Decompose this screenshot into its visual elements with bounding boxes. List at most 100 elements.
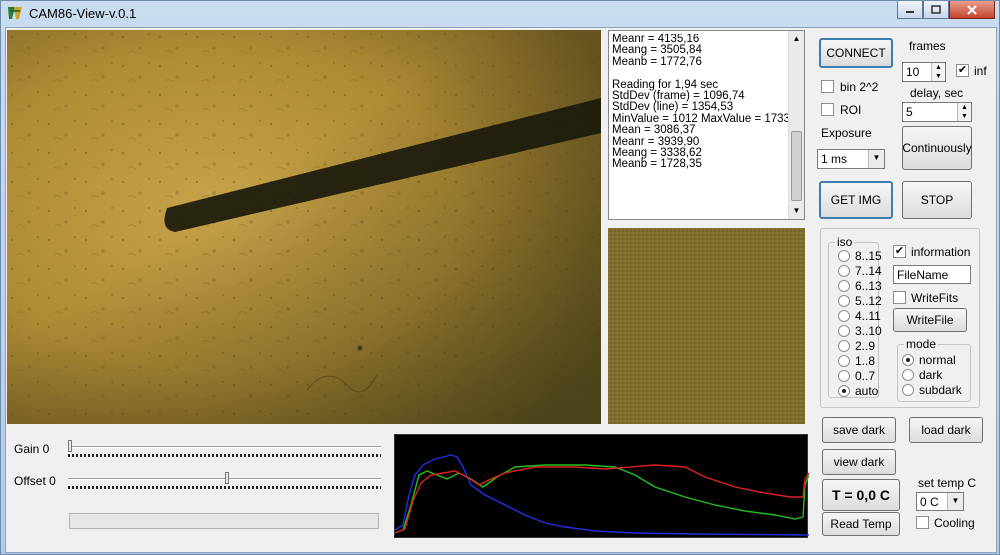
mode-option-label: normal	[919, 353, 956, 367]
client-area: Meanr = 4135,16 Meang = 3505,84 Meanb = 17…	[5, 27, 997, 553]
app-window: CAM86-View-v.0.1 Meanr = 4135,16 Meang =…	[0, 0, 1000, 555]
bin-checkbox[interactable]	[821, 80, 834, 93]
offset-label: Offset 0	[14, 474, 56, 488]
frames-spinner[interactable]: 10 ▲ ▼	[902, 62, 946, 82]
scroll-down-arrow-icon[interactable]: ▼	[789, 203, 804, 219]
frames-down-arrow-icon[interactable]: ▼	[932, 72, 945, 81]
log-text: Meanr = 4135,16 Meang = 3505,84 Meanb = 17…	[612, 34, 788, 171]
camera-image[interactable]	[7, 30, 601, 424]
progress-bar	[69, 513, 379, 529]
roi-checkbox[interactable]	[821, 103, 834, 116]
iso-radio-2[interactable]	[838, 280, 850, 292]
information-checkbox[interactable]: ✔	[893, 245, 906, 258]
iso-radio-0[interactable]	[838, 250, 850, 262]
read-temp-button[interactable]: Read Temp	[822, 512, 900, 536]
set-temp-label: set temp C	[918, 476, 977, 490]
exposure-dropdown-arrow-icon[interactable]: ▼	[868, 150, 884, 168]
frames-value: 10	[906, 65, 920, 79]
minimize-icon	[906, 10, 914, 13]
close-icon	[967, 4, 977, 15]
get-img-button[interactable]: GET IMG	[819, 181, 893, 219]
gain-slider[interactable]	[68, 438, 383, 460]
maximize-icon	[931, 5, 941, 14]
close-button[interactable]	[949, 1, 995, 19]
information-label: information	[911, 245, 971, 259]
filename-value: FileName	[897, 268, 949, 282]
bin-label: bin 2^2	[840, 80, 879, 94]
writefile-button[interactable]: WriteFile	[893, 308, 967, 332]
gain-slider-thumb[interactable]	[68, 440, 72, 452]
iso-legend: iso	[835, 235, 855, 249]
minimize-button[interactable]	[897, 1, 923, 19]
iso-option-label: 6..13	[855, 279, 882, 293]
delay-spinner[interactable]: 5 ▲ ▼	[902, 102, 972, 122]
connect-button[interactable]: CONNECT	[819, 38, 893, 68]
frames-label: frames	[909, 39, 946, 53]
temperature-display: T = 0,0 C	[822, 479, 900, 511]
filename-input[interactable]: FileName	[893, 265, 971, 284]
histogram-canvas	[394, 454, 810, 536]
log-scrollbar[interactable]: ▲ ▼	[788, 31, 804, 219]
iso-option-label: 8..15	[855, 249, 882, 263]
log-panel[interactable]: Meanr = 4135,16 Meang = 3505,84 Meanb = 17…	[608, 30, 805, 220]
mode-radio-normal[interactable]	[902, 354, 914, 366]
mode-option-label: dark	[919, 368, 943, 382]
save-dark-button[interactable]: save dark	[822, 417, 896, 443]
iso-option-label: 1..8	[855, 354, 876, 368]
zoom-preview-canvas	[608, 228, 805, 424]
set-temp-select[interactable]: 0 C ▼	[916, 492, 964, 511]
delay-value: 5	[906, 105, 913, 119]
scroll-up-arrow-icon[interactable]: ▲	[789, 31, 804, 47]
iso-option-label: 4..11	[855, 309, 881, 323]
load-dark-button[interactable]: load dark	[909, 417, 983, 443]
cooling-checkbox[interactable]	[916, 516, 929, 529]
iso-radio-8[interactable]	[838, 370, 850, 382]
mode-radio-subdark[interactable]	[902, 384, 914, 396]
iso-radio-1[interactable]	[838, 265, 850, 277]
frames-up-arrow-icon[interactable]: ▲	[932, 63, 945, 72]
mode-option-label: subdark	[919, 383, 962, 397]
mode-legend: mode	[904, 337, 939, 351]
writefits-checkbox[interactable]	[893, 291, 906, 304]
iso-radio-6[interactable]	[838, 340, 850, 352]
maximize-button[interactable]	[923, 1, 949, 19]
iso-radio-5[interactable]	[838, 325, 850, 337]
gain-label: Gain 0	[14, 442, 50, 456]
inf-checkbox[interactable]: ✔	[956, 64, 969, 77]
iso-option-label: 2..9	[855, 339, 876, 353]
log-line: Meanb = 1728,35	[612, 158, 702, 171]
set-temp-dropdown-arrow-icon[interactable]: ▼	[947, 493, 963, 510]
app-logo-icon	[8, 7, 22, 19]
delay-up-arrow-icon[interactable]: ▲	[958, 103, 971, 112]
exposure-select[interactable]: 1 ms ▼	[817, 149, 885, 169]
iso-radio-9[interactable]	[838, 385, 850, 397]
offset-slider[interactable]	[68, 470, 383, 492]
delay-down-arrow-icon[interactable]: ▼	[958, 112, 971, 121]
iso-option-label: auto	[855, 384, 879, 398]
iso-radio-7[interactable]	[838, 355, 850, 367]
offset-slider-thumb[interactable]	[225, 472, 229, 484]
iso-option-label: 3..10	[855, 324, 882, 338]
title-bar: CAM86-View-v.0.1	[1, 1, 999, 27]
view-dark-button[interactable]: view dark	[822, 449, 896, 475]
iso-radio-3[interactable]	[838, 295, 850, 307]
zoom-preview	[608, 228, 805, 424]
cooling-label: Cooling	[934, 516, 975, 530]
scroll-thumb[interactable]	[791, 131, 802, 201]
histogram	[394, 434, 810, 538]
stop-button[interactable]: STOP	[902, 181, 972, 219]
log-line: Meanb = 1772,76	[612, 55, 702, 68]
iso-option-label: 0..7	[855, 369, 876, 383]
inf-label: inf	[974, 64, 987, 78]
roi-label: ROI	[840, 103, 862, 117]
mode-radio-dark[interactable]	[902, 369, 914, 381]
continuously-button[interactable]: Continuously	[902, 126, 972, 170]
window-title: CAM86-View-v.0.1	[29, 6, 137, 21]
iso-radio-4[interactable]	[838, 310, 850, 322]
log-line: Mean = 3086,37	[612, 124, 696, 137]
iso-option-label: 7..14	[855, 264, 882, 278]
writefits-label: WriteFits	[911, 291, 959, 305]
set-temp-value: 0 C	[920, 495, 939, 509]
exposure-value: 1 ms	[821, 152, 848, 166]
